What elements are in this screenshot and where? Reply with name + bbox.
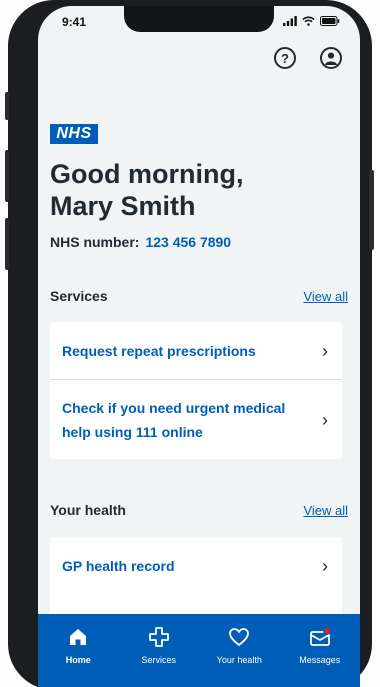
signal-icon [283, 16, 297, 26]
your-health-header: Your health View all [50, 502, 348, 518]
volume-up-button [5, 150, 9, 202]
nhs-number: NHS number: 123 456 7890 [50, 234, 231, 250]
chevron-right-icon: › [322, 340, 328, 361]
tab-home-label: Home [65, 655, 91, 665]
greeting: Good morning, Mary Smith [50, 158, 340, 222]
your-health-item-label: GP health record [62, 557, 175, 574]
your-health-item-gp-record[interactable]: GP health record › [50, 537, 342, 594]
services-view-all-link[interactable]: View all [303, 289, 348, 304]
tab-your-health[interactable]: Your health [204, 626, 274, 665]
help-button[interactable]: ? [274, 47, 296, 69]
account-button[interactable] [320, 47, 342, 69]
services-item-repeat-prescriptions[interactable]: Request repeat prescriptions › [50, 322, 342, 379]
your-health-title: Your health [50, 502, 126, 518]
status-icons [283, 16, 340, 26]
volume-down-button [5, 218, 9, 270]
greeting-name: Mary Smith [50, 191, 196, 221]
services-title: Services [50, 288, 108, 304]
tab-messages-label: Messages [299, 655, 341, 665]
home-icon [70, 629, 87, 645]
nhs-number-value: 123 456 7890 [145, 234, 232, 250]
wifi-icon [302, 16, 315, 26]
silent-switch [5, 92, 9, 120]
chevron-right-icon: › [322, 409, 328, 430]
notch [124, 6, 274, 32]
your-health-view-all-link[interactable]: View all [303, 503, 348, 518]
services-item-label: Request repeat prescriptions [62, 342, 256, 359]
battery-icon [320, 16, 340, 26]
nhs-logo: NHS [50, 124, 98, 144]
account-icon [325, 52, 337, 65]
stage: 9:41 ? NHS Good morning, Mary Smith NHS … [0, 0, 380, 687]
your-health-card: GP health record › [50, 537, 342, 617]
phone-frame: 9:41 ? NHS Good morning, Mary Smith NHS … [5, 0, 374, 687]
status-time: 9:41 [62, 15, 87, 29]
nhs-number-label: NHS number: [50, 234, 140, 250]
tab-bar: Home Services Your health Messages [38, 614, 360, 687]
power-button [369, 170, 374, 250]
greeting-line-1: Good morning, [50, 159, 244, 189]
services-header: Services View all [50, 288, 348, 304]
tab-services[interactable]: Services [124, 626, 194, 665]
plus-cross-icon [148, 627, 169, 647]
tab-messages[interactable]: Messages [285, 626, 355, 665]
services-item-111-online[interactable]: Check if you need urgent medical help us… [50, 379, 342, 459]
tab-home[interactable]: Home [43, 626, 113, 665]
app-screen: 9:41 ? NHS Good morning, Mary Smith NHS … [38, 6, 360, 687]
heart-icon [229, 628, 250, 646]
chevron-right-icon: › [322, 555, 328, 576]
tab-services-label: Services [141, 655, 176, 665]
envelope-icon [309, 627, 331, 646]
services-item-label: Check if you need urgent medical help us… [62, 399, 286, 440]
services-card: Request repeat prescriptions › Check if … [50, 322, 342, 459]
help-icon: ? [281, 50, 289, 66]
tab-your-health-label: Your health [216, 655, 262, 665]
